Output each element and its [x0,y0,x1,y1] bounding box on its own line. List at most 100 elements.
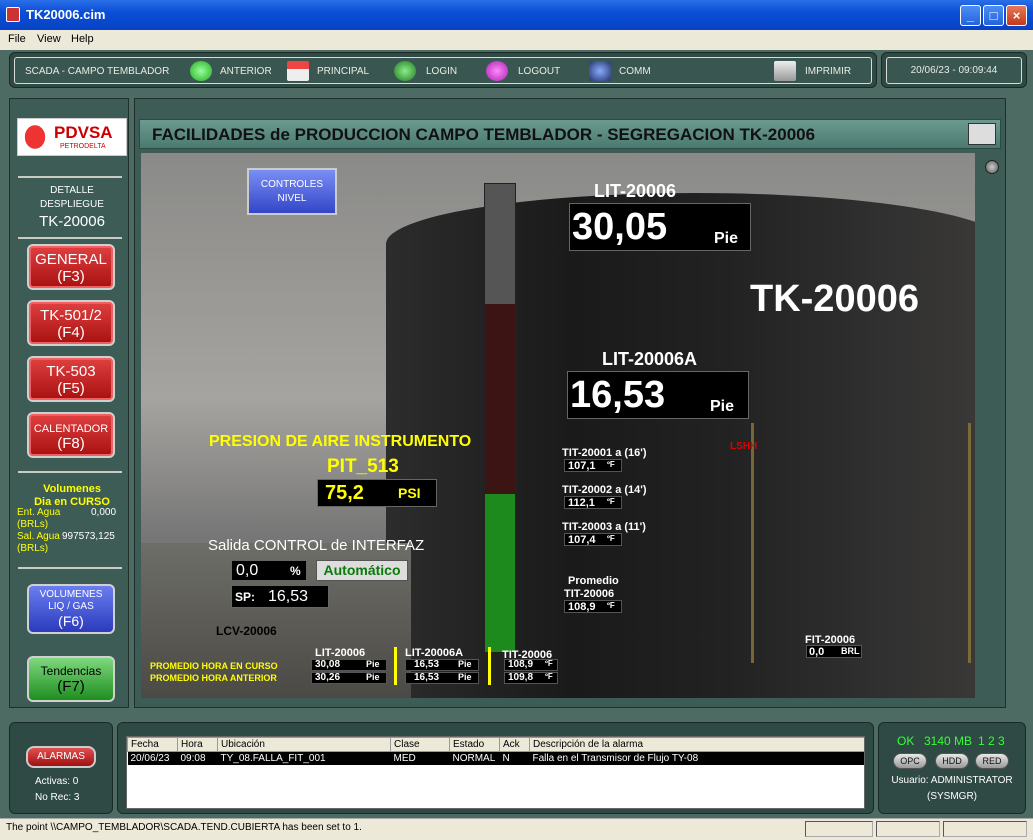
promedio-tit-label: TIT-20006 [564,588,615,600]
menu-bar: File View Help [0,30,1033,50]
datetime-display: 20/06/23 - 09:09:44 [886,57,1022,84]
divider [18,176,122,178]
printer-icon[interactable] [774,61,796,81]
detalle-tk-label: TK-20006 [39,213,105,230]
tendencias-button[interactable]: Tendencias (F7) [27,656,115,702]
lshh-label: LSHH [730,441,758,452]
back-arrow-icon[interactable] [190,61,212,81]
tit-20002-label: TIT-20002 a (14') [562,484,647,496]
pit-unit: PSI [398,485,421,501]
lit-20006a-label: LIT-20006A [602,349,698,369]
lit-20006a-display: 16,53 Pie [567,371,749,419]
salida-control-label: Salida CONTROL de INTERFAZ [208,537,425,554]
pdvsa-logo: PDVSA PETRODELTA [17,118,127,156]
col-hora[interactable]: Hora [177,737,218,752]
col-clase[interactable]: Clase [390,737,450,752]
tk-503-button[interactable]: TK-503 (F5) [27,356,115,402]
tit-20002-unit: ºF [607,497,615,506]
divider [18,237,122,239]
lit-20006-unit: Pie [714,230,739,247]
fit-display: 0,0 BRL [806,645,862,658]
table-row[interactable]: 20/06/23 09:08 TY_08.FALLA_FIT_001 MED N… [127,751,864,765]
status-bar: The point \\CAMPO_TEMBLADOR\SCADA.TEND.C… [0,818,1033,840]
controles-nivel-button[interactable]: CONTROLES NIVEL [247,168,337,215]
promedio-unit: ºF [607,601,615,610]
volumenes-liq-gas-button[interactable]: VOLUMENES LIQ / GAS (F6) [27,584,115,634]
imprimir-button[interactable]: IMPRIMIR [805,66,851,77]
sp-display: SP: 16,53 [231,585,329,608]
column-divider [488,647,491,685]
opc-indicator[interactable]: OPC [893,753,927,769]
salida-unit: % [290,564,301,578]
tit-20003-value: 107,4 [568,534,596,546]
system-status-panel: OK 3140 MB 1 2 3 OPC HDD RED Usuario: AD… [878,722,1026,814]
menu-help[interactable]: Help [71,33,94,45]
calendar-icon[interactable] [968,123,996,145]
home-icon[interactable] [287,61,309,81]
ent-agua-label: Ent. Agua [17,507,61,518]
promedio-anterior-label: PROMEDIO HORA ANTERIOR [150,673,277,683]
lit-20006-value: 30,05 [572,206,668,248]
alarm-table-header: Fecha Hora Ubicación Clase Estado Ack De… [127,737,864,752]
tit-20003-label: TIT-20003 a (11') [562,521,646,533]
col-descripcion[interactable]: Descripción de la alarma [529,737,864,752]
avg-lit-20006a-curso: 16,53 Pie [405,659,479,671]
lit-20006a-value: 16,53 [570,374,666,416]
col-ack[interactable]: Ack [499,737,530,752]
maximize-button[interactable]: □ [983,5,1004,26]
display-header: FACILIDADES de PRODUCCION CAMPO TEMBLADO… [139,119,1001,149]
alarmas-button[interactable]: ALARMAS [26,746,96,768]
col-estado[interactable]: Estado [449,737,500,752]
status-bar-pane [943,821,1027,837]
tit-20003-display: 107,4 ºF [564,533,622,546]
alarm-norec: No Rec: 3 [35,792,80,803]
calentador-button[interactable]: CALENTADOR (F8) [27,412,115,458]
window-title-bar[interactable]: TK20006.cim _ □ × [0,0,1033,30]
alarm-activas: Activas: 0 [35,776,79,787]
automatico-toggle[interactable]: Automático [316,560,408,581]
salida-display: 0,0 % [231,560,307,581]
fit-value: 0,0 [809,646,825,658]
avg-lit-20006a-label: LIT-20006A [405,647,464,659]
pit-label: PIT_513 [327,456,399,477]
user-label: Usuario: ADMINISTRATOR [891,775,1013,786]
level-gauge [484,183,516,653]
pit-display: 75,2 PSI [317,479,437,507]
red-indicator[interactable]: RED [975,753,1009,769]
anterior-button[interactable]: ANTERIOR [220,66,272,77]
sal-agua-unit: (BRLs) [17,543,49,554]
lit-20006-display: 30,05 Pie [569,203,751,251]
menu-view[interactable]: View [37,33,61,45]
detalle-block: DETALLE DESPLIEGUE TK-20006 [17,184,127,232]
hdd-indicator[interactable]: HDD [935,753,969,769]
logout-users-icon[interactable] [486,61,508,81]
close-button[interactable]: × [1006,5,1027,26]
status-memory: 3140 MB [924,734,973,748]
menu-file[interactable]: File [8,33,26,45]
tk-501-2-button[interactable]: TK-501/2 (F4) [27,300,115,346]
avg-lit-20006-curso: 30,08 Pie [311,659,387,671]
principal-button[interactable]: PRINCIPAL [317,66,369,77]
comm-button[interactable]: COMM [619,66,651,77]
lcv-label: LCV-20006 [216,624,277,638]
promedio-curso-label: PROMEDIO HORA EN CURSO [150,661,278,671]
col-fecha[interactable]: Fecha [127,737,178,752]
logout-button[interactable]: LOGOUT [518,66,560,77]
stairs-structure [751,423,971,663]
avg-lit-20006-label: LIT-20006 [315,647,366,659]
page-title: FACILIDADES de PRODUCCION CAMPO TEMBLADO… [152,125,816,144]
tit-20001-value: 107,1 [568,460,596,472]
general-button[interactable]: GENERAL (F3) [27,244,115,290]
alarm-table-container[interactable]: Fecha Hora Ubicación Clase Estado Ack De… [126,736,865,809]
fit-unit: BRL [841,646,860,656]
login-users-icon[interactable] [394,61,416,81]
volumenes-title: Volumenes Dia en CURSO [17,483,127,509]
minimize-button[interactable]: _ [960,5,981,26]
network-icon[interactable] [589,61,611,81]
lit-20006-label: LIT-20006 [594,181,677,201]
avg-lit-20006-anterior: 30,26 Pie [311,672,387,684]
login-button[interactable]: LOGIN [426,66,457,77]
alarm-summary-panel: ALARMAS Activas: 0 No Rec: 3 [9,722,113,814]
col-ubicacion[interactable]: Ubicación [217,737,391,752]
sal-agua-label: Sal. Agua [17,531,60,542]
